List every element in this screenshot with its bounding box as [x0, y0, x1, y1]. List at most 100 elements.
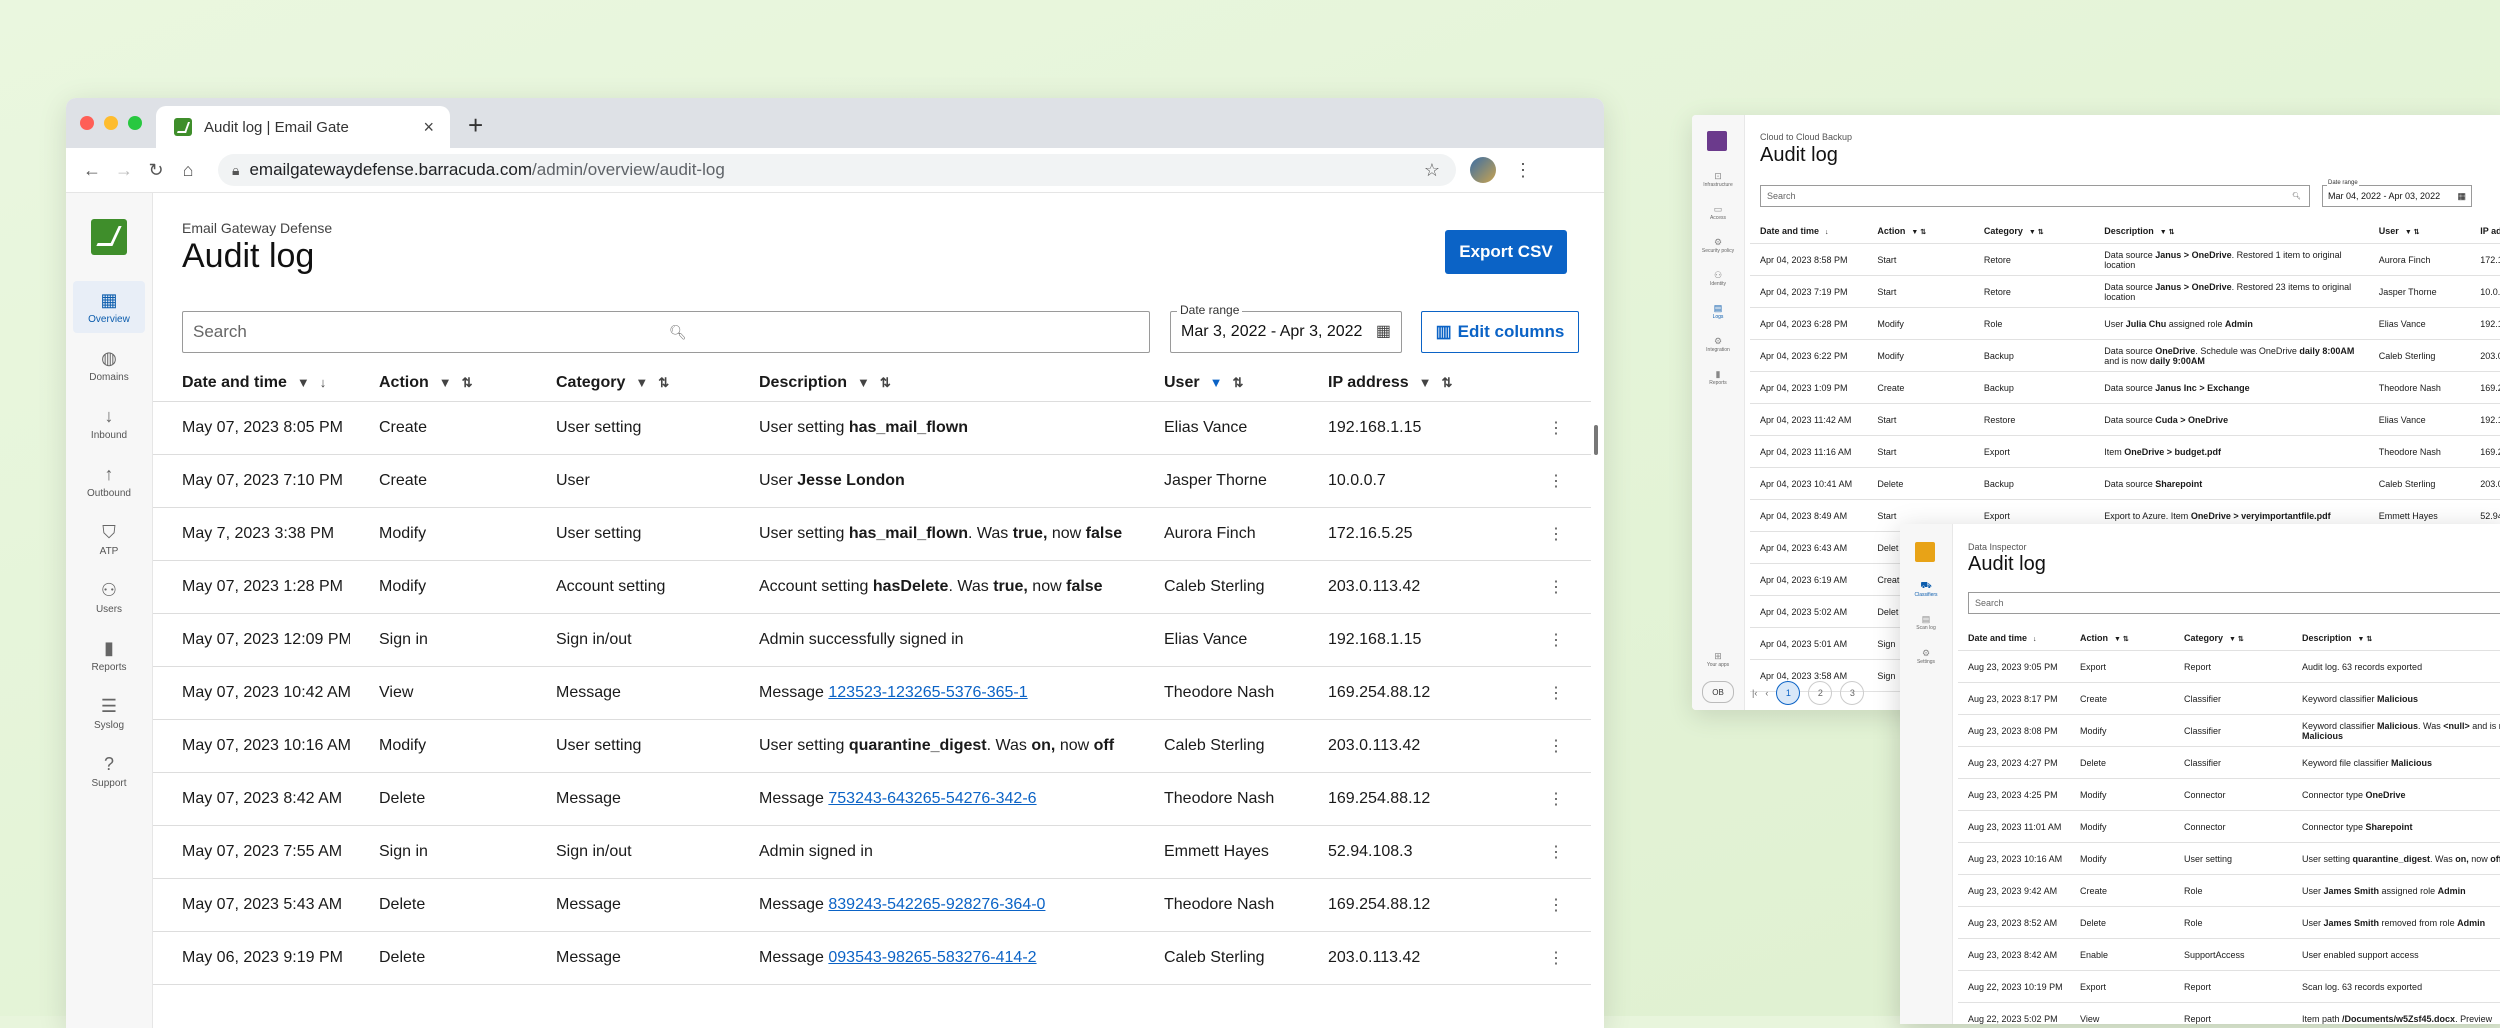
filter-icon[interactable]: ▼	[635, 375, 648, 390]
filter-icon[interactable]: ▼	[297, 375, 310, 390]
table-row[interactable]: Aug 23, 2023 4:25 PM Modify Connector Conne…	[1958, 779, 2500, 811]
col-header[interactable]: Date and time ↓	[1958, 633, 2070, 643]
table-row[interactable]: Apr 04, 2023 11:42 AM Start Restore Data so…	[1750, 404, 2500, 436]
table-row[interactable]: Aug 22, 2023 10:19 PM Export Report Scan lo…	[1958, 971, 2500, 1003]
table-row[interactable]: Aug 23, 2023 10:16 AM Modify User setting U…	[1958, 843, 2500, 875]
row-menu-icon[interactable]: ⋮	[1548, 738, 1564, 755]
col-header[interactable]: IP ad	[2470, 226, 2500, 236]
sidebar-item-support[interactable]: ? Support	[73, 745, 145, 797]
page-3-button[interactable]: 3	[1840, 681, 1865, 705]
col-header[interactable]: User ▼ ⇅	[2369, 226, 2470, 236]
table-row[interactable]: May 07, 2023 7:55 AM Sign in Sign in/out Ad…	[153, 826, 1591, 879]
table-row[interactable]: May 07, 2023 8:05 PM Create User setting Us…	[153, 402, 1591, 455]
message-link[interactable]: 093543-98265-583276-414-2	[828, 949, 1036, 966]
table-row[interactable]: May 07, 2023 5:43 AM Delete Message Message…	[153, 879, 1591, 932]
sort-desc-icon[interactable]: ↓	[2033, 636, 2037, 643]
profile-avatar[interactable]	[1470, 157, 1496, 183]
browser-tab[interactable]: Audit log | Email Gate ×	[156, 106, 450, 148]
sort-icon[interactable]: ⇅	[1442, 375, 1453, 390]
sidebar-item-domains[interactable]: ◍ Domains	[73, 339, 145, 391]
col-header[interactable]: Category ▼ ⇅	[1974, 226, 2094, 236]
sidebar-item-scan-log[interactable]: ▤ Scan log	[1900, 614, 1952, 631]
sidebar-item-atp[interactable]: ⛉ ATP	[73, 513, 145, 565]
sort-icon[interactable]: ⇅	[462, 375, 473, 390]
prev-page-icon[interactable]: ‹	[1765, 688, 1768, 698]
user-initials[interactable]: OB	[1702, 681, 1734, 703]
table-row[interactable]: Apr 04, 2023 8:58 PM Start Retore Data sour…	[1750, 244, 2500, 276]
sidebar-item-settings[interactable]: ⚙ Settings	[1900, 648, 1952, 665]
row-menu-icon[interactable]: ⋮	[1548, 526, 1564, 543]
sort-icon[interactable]: ⇅	[1232, 375, 1243, 390]
sidebar-item-security-policy[interactable]: ⚙ Security policy	[1692, 237, 1744, 254]
sidebar-item-reports[interactable]: ▮ Reports	[1692, 369, 1744, 386]
edit-columns-button[interactable]: ▥ Edit columns	[1421, 311, 1579, 353]
forward-icon[interactable]: →	[108, 160, 140, 181]
export-csv-button[interactable]: Export CSV	[1445, 230, 1567, 274]
sidebar-item-infrastructure[interactable]: ⊡ Infrastructure	[1692, 171, 1744, 188]
col-header[interactable]: Action ▼ ⇅	[2070, 633, 2174, 643]
col-ip[interactable]: IP address ▼ ⇅	[1299, 374, 1519, 392]
search-input[interactable]: Search 🔍︎	[1760, 185, 2310, 207]
row-menu-icon[interactable]: ⋮	[1548, 420, 1564, 437]
row-menu-icon[interactable]: ⋮	[1548, 685, 1564, 702]
col-date[interactable]: Date and time ▼ ↓	[153, 374, 350, 392]
filter-icon[interactable]: ▼ ⇅	[2229, 636, 2244, 643]
close-window-button[interactable]	[80, 116, 94, 130]
table-row[interactable]: Apr 04, 2023 6:22 PM Modify Backup Data sou…	[1750, 340, 2500, 372]
filter-icon[interactable]: ▼ ⇅	[1911, 229, 1926, 236]
date-range-picker[interactable]: Date range Mar 3, 2022 - Apr 3, 2022 ▦	[1170, 303, 1402, 353]
table-row[interactable]: Aug 23, 2023 8:52 AM Delete Role User James…	[1958, 907, 2500, 939]
row-menu-icon[interactable]: ⋮	[1548, 950, 1564, 967]
sort-desc-icon[interactable]: ↓	[320, 375, 327, 390]
table-row[interactable]: Apr 04, 2023 6:28 PM Modify Role User Julia…	[1750, 308, 2500, 340]
close-tab-icon[interactable]: ×	[423, 117, 434, 138]
sidebar-item-access[interactable]: ▭ Access	[1692, 204, 1744, 221]
table-row[interactable]: Aug 23, 2023 4:27 PM Delete Classifier Keyw…	[1958, 747, 2500, 779]
reload-icon[interactable]: ↻	[140, 160, 172, 181]
table-row[interactable]: Aug 23, 2023 9:42 AM Create Role User James…	[1958, 875, 2500, 907]
table-row[interactable]: Aug 23, 2023 8:42 AM Enable SupportAccess U…	[1958, 939, 2500, 971]
table-row[interactable]: Aug 23, 2023 11:01 AM Modify Connector Conn…	[1958, 811, 2500, 843]
table-row[interactable]: May 07, 2023 10:16 AM Modify User setting U…	[153, 720, 1591, 773]
table-row[interactable]: May 07, 2023 10:42 AM View Message Message …	[153, 667, 1591, 720]
filter-icon[interactable]: ▼ ⇅	[2358, 636, 2373, 643]
bookmark-star-icon[interactable]: ☆	[1424, 160, 1440, 181]
message-link[interactable]: 839243-542265-928276-364-0	[828, 896, 1045, 913]
sidebar-item-integration[interactable]: ⚙ Integration	[1692, 336, 1744, 353]
filter-icon[interactable]: ▼ ⇅	[2114, 636, 2129, 643]
filter-icon[interactable]: ▼	[857, 375, 870, 390]
col-user[interactable]: User ▼ ⇅	[1135, 374, 1299, 392]
row-menu-icon[interactable]: ⋮	[1548, 897, 1564, 914]
sidebar-item-logs[interactable]: ▤ Logs	[1692, 303, 1744, 320]
filter-icon[interactable]: ▼ ⇅	[2405, 229, 2420, 236]
back-icon[interactable]: ←	[76, 160, 108, 181]
table-row[interactable]: May 7, 2023 3:38 PM Modify User setting Use…	[153, 508, 1591, 561]
col-header[interactable]: Date and time ↓	[1750, 226, 1867, 236]
table-row[interactable]: May 07, 2023 12:09 PM Sign in Sign in/out A…	[153, 614, 1591, 667]
table-row[interactable]: Apr 04, 2023 11:16 AM Start Export Item One…	[1750, 436, 2500, 468]
sort-icon[interactable]: ⇅	[658, 375, 669, 390]
sidebar-item-overview[interactable]: ▦ Overview	[73, 281, 145, 333]
table-row[interactable]: May 06, 2023 9:19 PM Delete Message Message…	[153, 932, 1591, 985]
first-page-icon[interactable]: |‹	[1752, 688, 1757, 698]
search-input[interactable]: Search	[1968, 592, 2500, 614]
date-range-picker[interactable]: Date range Mar 04, 2022 - Apr 03, 2022 ▦	[2322, 180, 2472, 207]
maximize-window-button[interactable]	[128, 116, 142, 130]
table-row[interactable]: May 07, 2023 7:10 PM Create User User Jesse…	[153, 455, 1591, 508]
table-row[interactable]: May 07, 2023 1:28 PM Modify Account settin…	[153, 561, 1591, 614]
sidebar-item-classifiers[interactable]: ⛟ Classifiers	[1900, 580, 1952, 598]
col-header[interactable]: Description ▼ ⇅	[2094, 226, 2369, 236]
col-action[interactable]: Action ▼ ⇅	[350, 374, 527, 392]
sidebar-item-users[interactable]: ⚇ Users	[73, 571, 145, 623]
sort-icon[interactable]: ⇅	[880, 375, 891, 390]
filter-icon[interactable]: ▼	[439, 375, 452, 390]
table-row[interactable]: Aug 22, 2023 5:02 PM View Report Item path …	[1958, 1003, 2500, 1024]
filter-icon[interactable]: ▼	[1419, 375, 1432, 390]
browser-menu-icon[interactable]: ⋮	[1514, 160, 1532, 181]
sidebar-item-inbound[interactable]: ↓ Inbound	[73, 397, 145, 449]
col-header[interactable]: Description ▼ ⇅	[2292, 633, 2500, 643]
page-1-button[interactable]: 1	[1776, 681, 1801, 705]
filter-active-icon[interactable]: ▼	[1210, 375, 1223, 390]
table-row[interactable]: Aug 23, 2023 9:05 PM Export Report Audit lo…	[1958, 651, 2500, 683]
table-row[interactable]: Aug 23, 2023 8:08 PM Modify Classifier Keyw…	[1958, 715, 2500, 747]
